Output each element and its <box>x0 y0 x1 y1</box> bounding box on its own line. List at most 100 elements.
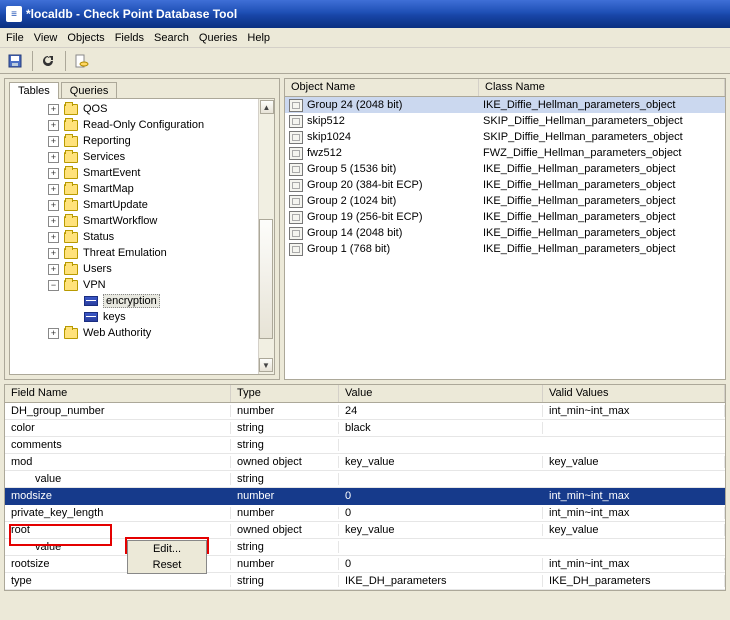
list-item[interactable]: Group 5 (1536 bit)IKE_Diffie_Hellman_par… <box>285 161 725 177</box>
main-area: Tables Queries +QOS+Read-Only Configurat… <box>0 74 730 384</box>
col-object-name[interactable]: Object Name <box>285 79 479 96</box>
list-item[interactable]: skip1024SKIP_Diffie_Hellman_parameters_o… <box>285 129 725 145</box>
tree-expander[interactable]: + <box>48 136 59 147</box>
tree-item[interactable]: +Reporting <box>12 133 272 149</box>
tree-item[interactable]: keys <box>12 309 272 325</box>
list-item[interactable]: Group 2 (1024 bit)IKE_Diffie_Hellman_par… <box>285 193 725 209</box>
field-name-cell: modsize <box>5 490 231 502</box>
tree-view[interactable]: +QOS+Read-Only Configuration+Reporting+S… <box>9 98 275 375</box>
menu-objects[interactable]: Objects <box>67 32 104 44</box>
ctx-reset[interactable]: Reset <box>128 557 206 573</box>
menu-file[interactable]: File <box>6 32 24 44</box>
menu-help[interactable]: Help <box>247 32 270 44</box>
tree-expander[interactable]: + <box>48 184 59 195</box>
list-item[interactable]: Group 1 (768 bit)IKE_Diffie_Hellman_para… <box>285 241 725 257</box>
object-list[interactable]: Group 24 (2048 bit)IKE_Diffie_Hellman_pa… <box>285 97 725 379</box>
save-button[interactable] <box>4 50 26 72</box>
value-cell: black <box>339 422 543 434</box>
grid-row[interactable]: rootsizenumber0int_min~int_max <box>5 556 725 573</box>
tree-item[interactable]: +Web Authority <box>12 325 272 341</box>
type-cell: string <box>231 541 339 553</box>
tab-queries[interactable]: Queries <box>61 82 118 99</box>
grid-row[interactable]: commentsstring <box>5 437 725 454</box>
tree-expander[interactable]: + <box>48 216 59 227</box>
grid-row[interactable]: typestringIKE_DH_parametersIKE_DH_parame… <box>5 573 725 590</box>
folder-icon <box>63 150 79 164</box>
tree-expander[interactable]: + <box>48 264 59 275</box>
grid-body[interactable]: DH_group_numbernumber24int_min~int_maxco… <box>5 403 725 590</box>
tree-item[interactable]: −VPN <box>12 277 272 293</box>
key-icon <box>83 294 99 308</box>
tree-expander[interactable]: + <box>48 328 59 339</box>
grid-row[interactable]: valuestring <box>5 539 725 556</box>
grid-row[interactable]: rootowned objectkey_valuekey_value <box>5 522 725 539</box>
menu-view[interactable]: View <box>34 32 58 44</box>
list-item[interactable]: fwz512FWZ_Diffie_Hellman_parameters_obje… <box>285 145 725 161</box>
refresh-button[interactable] <box>37 50 59 72</box>
tree-expander[interactable]: + <box>48 104 59 115</box>
menu-bar: File View Objects Fields Search Queries … <box>0 28 730 48</box>
context-menu: Edit... Reset <box>127 540 207 574</box>
grid-row[interactable]: valuestring <box>5 471 725 488</box>
scroll-down-arrow[interactable]: ▼ <box>259 358 273 372</box>
grid-row[interactable]: modsizenumber0int_min~int_max <box>5 488 725 505</box>
tree-item[interactable]: + SmartMap <box>12 181 272 197</box>
tree-item[interactable]: + Threat Emulation <box>12 245 272 261</box>
toolbar-separator <box>32 51 33 71</box>
tree-item-label: Services <box>83 151 125 163</box>
col-class-name[interactable]: Class Name <box>479 79 725 96</box>
tree-expander[interactable]: − <box>48 280 59 291</box>
col-field-name[interactable]: Field Name <box>5 385 231 402</box>
toolbar <box>0 48 730 74</box>
tree-item[interactable]: encryption <box>12 293 272 309</box>
tree-item[interactable]: +QOS <box>12 101 272 117</box>
app-icon: ≡ <box>6 6 22 22</box>
object-icon <box>289 147 303 160</box>
col-type[interactable]: Type <box>231 385 339 402</box>
tree-item[interactable]: +SmartEvent <box>12 165 272 181</box>
scroll-thumb[interactable] <box>259 219 273 339</box>
folder-icon <box>63 182 79 196</box>
tree-item[interactable]: + Services <box>12 149 272 165</box>
menu-fields[interactable]: Fields <box>115 32 144 44</box>
tree-expander <box>68 312 79 323</box>
toolbar-separator <box>65 51 66 71</box>
list-item[interactable]: Group 24 (2048 bit)IKE_Diffie_Hellman_pa… <box>285 97 725 113</box>
col-valid-values[interactable]: Valid Values <box>543 385 725 402</box>
tree-item[interactable]: +SmartUpdate <box>12 197 272 213</box>
valid-values-cell: int_min~int_max <box>543 507 725 519</box>
folder-icon <box>63 134 79 148</box>
scroll-up-arrow[interactable]: ▲ <box>260 100 274 114</box>
tree-expander[interactable]: + <box>48 152 59 163</box>
ctx-edit[interactable]: Edit... <box>128 541 206 557</box>
type-cell: number <box>231 405 339 417</box>
grid-row[interactable]: DH_group_numbernumber24int_min~int_max <box>5 403 725 420</box>
menu-queries[interactable]: Queries <box>199 32 238 44</box>
grid-row[interactable]: private_key_lengthnumber0int_min~int_max <box>5 505 725 522</box>
menu-search[interactable]: Search <box>154 32 189 44</box>
tree-item-label: Threat Emulation <box>83 247 167 259</box>
tree-scrollbar[interactable]: ▲ ▼ <box>258 99 274 374</box>
list-item[interactable]: Group 14 (2048 bit)IKE_Diffie_Hellman_pa… <box>285 225 725 241</box>
tree-expander[interactable]: + <box>48 168 59 179</box>
tree-item[interactable]: +Read-Only Configuration <box>12 117 272 133</box>
tab-tables[interactable]: Tables <box>9 82 59 99</box>
grid-header: Field Name Type Value Valid Values <box>5 385 725 403</box>
col-value[interactable]: Value <box>339 385 543 402</box>
type-cell: string <box>231 575 339 587</box>
file-db-button[interactable] <box>70 50 92 72</box>
list-item[interactable]: skip512SKIP_Diffie_Hellman_parameters_ob… <box>285 113 725 129</box>
tree-expander[interactable]: + <box>48 200 59 211</box>
grid-row[interactable]: modowned objectkey_valuekey_value <box>5 454 725 471</box>
list-item[interactable]: Group 20 (384-bit ECP)IKE_Diffie_Hellman… <box>285 177 725 193</box>
tree-item-label: SmartMap <box>83 183 134 195</box>
list-item[interactable]: Group 19 (256-bit ECP)IKE_Diffie_Hellman… <box>285 209 725 225</box>
tree-expander[interactable]: + <box>48 232 59 243</box>
object-icon <box>289 115 303 128</box>
tree-item[interactable]: +SmartWorkflow <box>12 213 272 229</box>
tree-item[interactable]: +Users <box>12 261 272 277</box>
tree-item[interactable]: +Status <box>12 229 272 245</box>
grid-row[interactable]: colorstringblack <box>5 420 725 437</box>
tree-expander[interactable]: + <box>48 120 59 131</box>
tree-expander[interactable]: + <box>48 248 59 259</box>
